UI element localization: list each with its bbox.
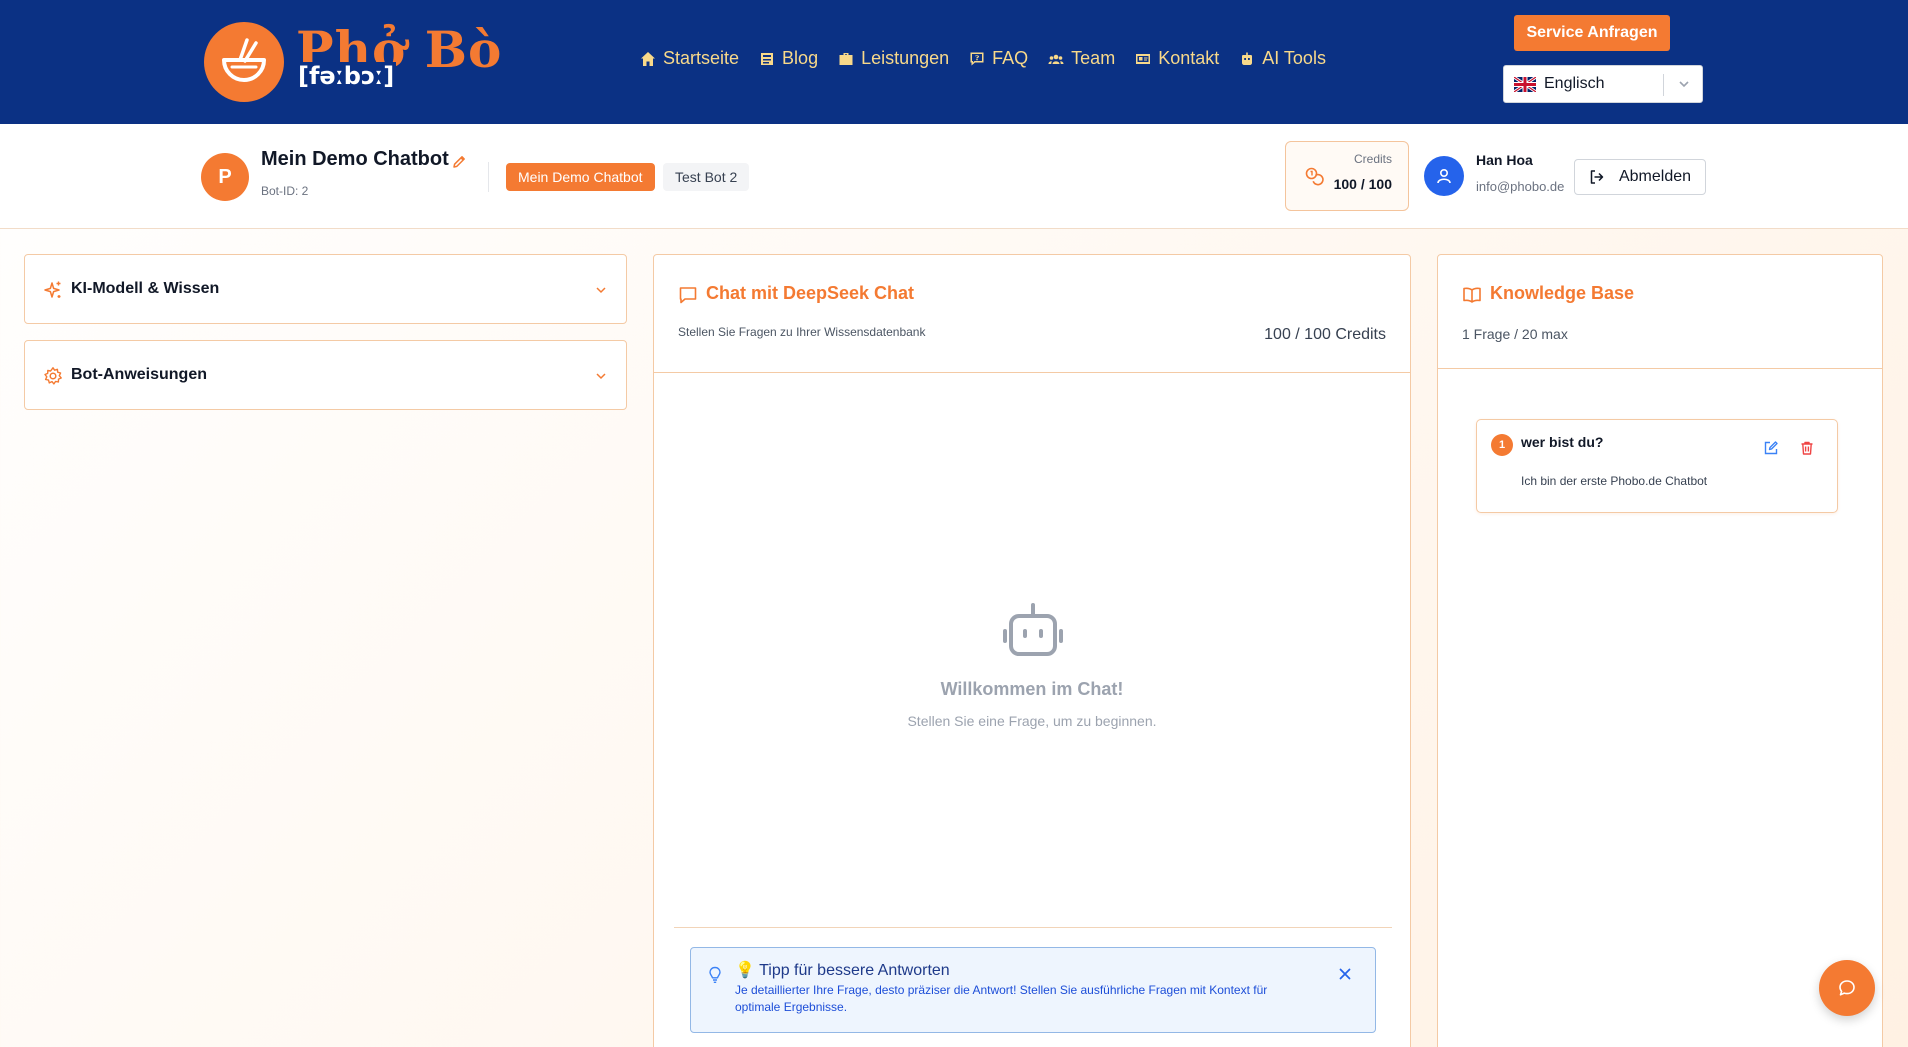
coins-icon [1305, 167, 1324, 186]
chevron-down-icon [596, 373, 606, 380]
uk-flag-icon [1514, 76, 1536, 92]
accordion-label: Bot-Anweisungen [71, 366, 207, 383]
chat-header: Chat mit DeepSeek Chat Stellen Sie Frage… [654, 255, 1410, 373]
accordion-bot-anweisungen[interactable]: Bot-Anweisungen [24, 340, 627, 410]
briefcase-icon [839, 52, 853, 65]
logout-button[interactable]: Abmelden [1574, 159, 1706, 195]
brand-logo[interactable]: Phở Bò [fəːbɔː] [204, 20, 524, 102]
select-divider [1663, 74, 1664, 96]
logout-icon [1590, 170, 1604, 184]
main-nav: Startseite Blog Leistungen FAQ Team Kont… [640, 48, 1326, 69]
chat-title: Chat mit DeepSeek Chat [706, 283, 915, 303]
lightbulb-icon [709, 966, 721, 983]
item-question: wer bist du? [1521, 434, 1604, 450]
language-select[interactable]: Englisch [1503, 65, 1703, 103]
nav-kontakt[interactable]: Kontakt [1135, 48, 1219, 69]
chat-bubble-icon [1839, 980, 1855, 996]
contact-card-icon [1136, 53, 1151, 64]
user-email: info@phobo.de [1476, 179, 1565, 194]
floating-chat-button[interactable] [1819, 960, 1875, 1016]
tip-box: 💡 Tipp für bessere Antworten Je detailli… [690, 947, 1376, 1033]
credits-label: Credits [1353, 152, 1392, 166]
bot-tab-mein-demo-chatbot[interactable]: Mein Demo Chatbot [506, 163, 655, 191]
accordion-ki-modell[interactable]: KI-Modell & Wissen [24, 254, 627, 324]
chat-panel: Chat mit DeepSeek Chat Stellen Sie Frage… [653, 254, 1411, 1047]
sparkles-icon [44, 281, 61, 298]
close-icon[interactable] [1337, 966, 1353, 982]
nav-label: Startseite [663, 48, 740, 68]
bot-avatar: P [201, 153, 249, 201]
chat-bubble-icon [679, 287, 697, 304]
knowledge-base-header: Knowledge Base 1 Frage / 20 max [1438, 255, 1882, 369]
welcome-subtitle: Stellen Sie eine Frage, um zu beginnen. [907, 713, 1157, 729]
chevron-down-icon [1679, 81, 1689, 88]
item-number: 1 [1491, 434, 1513, 456]
user-avatar[interactable] [1424, 156, 1464, 196]
bowl-icon [204, 22, 284, 102]
divider [674, 927, 1392, 928]
robot-icon [1003, 603, 1063, 656]
welcome-title: Willkommen im Chat! [940, 679, 1124, 699]
chat-subtitle: Stellen Sie Fragen zu Ihrer Wissensdaten… [678, 325, 926, 339]
credits-card: Credits 100 / 100 [1285, 141, 1409, 211]
nav-startseite[interactable]: Startseite [640, 48, 739, 69]
brand-pronunciation: [fəːbɔː] [296, 62, 397, 90]
tip-title: 💡 Tipp für bessere Antworten [735, 962, 950, 979]
nav-label: Team [1071, 48, 1116, 68]
nav-label: Leistungen [861, 48, 950, 68]
nav-team[interactable]: Team [1048, 48, 1115, 69]
knowledge-base-item: 1 wer bist du? Ich bin der erste Phobo.d… [1476, 419, 1838, 513]
accordion-label: KI-Modell & Wissen [71, 280, 220, 297]
nav-label: AI Tools [1262, 48, 1326, 68]
nav-ai-tools[interactable]: AI Tools [1239, 48, 1326, 69]
user-icon [1437, 168, 1451, 184]
language-value: Englisch [1544, 75, 1605, 92]
edit-icon[interactable] [1763, 440, 1779, 456]
chat-credits: 100 / 100 Credits [1264, 326, 1386, 343]
bot-id: Bot-ID: 2 [261, 184, 309, 198]
home-icon [641, 51, 655, 66]
user-name: Han Hoa [1476, 152, 1533, 168]
nav-label: Kontakt [1158, 48, 1220, 68]
chevron-down-icon [596, 287, 606, 294]
pencil-icon[interactable] [451, 154, 467, 170]
robot-icon [1242, 52, 1253, 65]
credits-value: 100 / 100 [1333, 176, 1392, 192]
service-request-button[interactable]: Service Anfragen [1514, 15, 1670, 51]
tip-text: Je detaillierter Ihre Frage, desto präzi… [735, 983, 1268, 1014]
nav-leistungen[interactable]: Leistungen [838, 48, 949, 69]
logout-label: Abmelden [1618, 168, 1692, 185]
nav-blog[interactable]: Blog [759, 48, 818, 69]
divider [488, 162, 489, 192]
top-navigation: Phở Bò [fəːbɔː] Startseite Blog Leistung… [0, 0, 1908, 124]
bot-tab-test-bot-2[interactable]: Test Bot 2 [663, 163, 750, 191]
nav-label: Blog [782, 48, 819, 68]
knowledge-base-count: 1 Frage / 20 max [1462, 326, 1568, 342]
bot-name: Mein Demo Chatbot [261, 148, 449, 170]
nav-faq[interactable]: FAQ [969, 48, 1028, 69]
blog-icon [761, 52, 774, 65]
item-answer: Ich bin der erste Phobo.de Chatbot [1521, 474, 1708, 488]
gear-icon [44, 367, 62, 385]
nav-label: FAQ [992, 48, 1029, 68]
faq-icon [970, 52, 984, 65]
knowledge-base-panel: Knowledge Base 1 Frage / 20 max 1 wer bi… [1437, 254, 1883, 1047]
knowledge-base-title: Knowledge Base [1490, 283, 1635, 303]
bot-header: P Mein Demo Chatbot Bot-ID: 2 Mein Demo … [0, 124, 1908, 229]
team-icon [1048, 54, 1064, 64]
trash-icon[interactable] [1799, 440, 1815, 456]
book-open-icon [1463, 287, 1481, 303]
